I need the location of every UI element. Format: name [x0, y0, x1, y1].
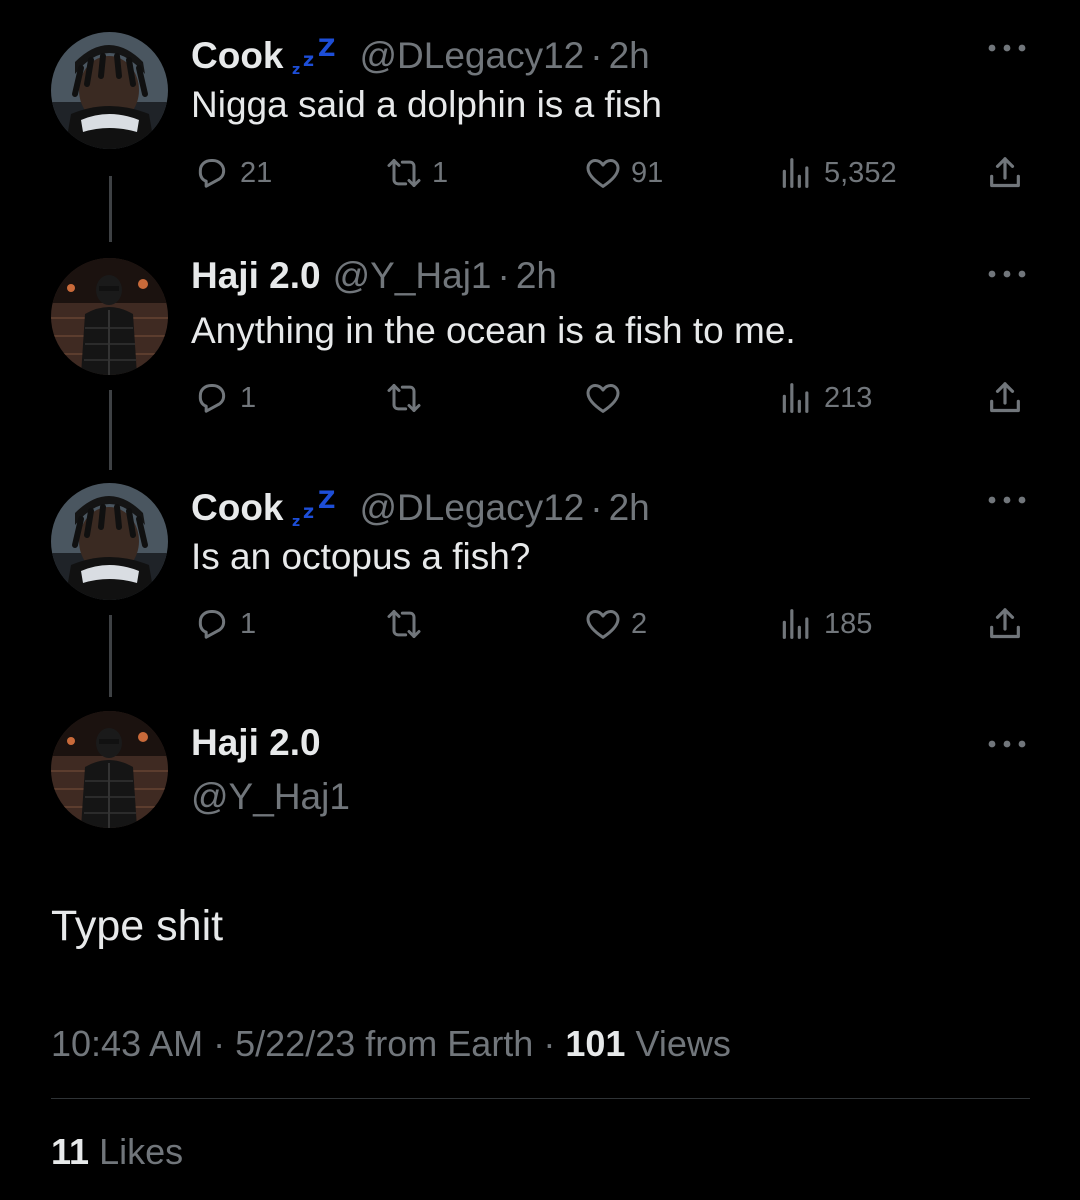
- views-icon: [782, 158, 809, 188]
- svg-text:z: z: [303, 501, 314, 523]
- tweet-text: Is an octopus a fish?: [191, 536, 531, 577]
- reply-button[interactable]: 1: [192, 602, 256, 646]
- share-icon: [990, 157, 1020, 188]
- thread-line: [109, 615, 112, 697]
- avatar[interactable]: [51, 711, 168, 828]
- avatar[interactable]: [51, 258, 168, 375]
- tweet-metadata: 10:43 AM · 5/22/23 from Earth · 101 View…: [51, 1020, 731, 1068]
- svg-text:z: z: [303, 49, 314, 71]
- thread-line: [109, 176, 112, 242]
- tweet-date[interactable]: 5/22/23: [235, 1023, 355, 1064]
- like-button[interactable]: 91: [583, 151, 663, 195]
- display-name[interactable]: Cook: [191, 486, 284, 530]
- svg-text:Z: Z: [318, 488, 335, 514]
- views-label: Views: [635, 1023, 731, 1064]
- display-name[interactable]: Haji 2.0: [191, 254, 321, 298]
- retweet-button[interactable]: [384, 376, 432, 420]
- separator-dot: ·: [590, 487, 603, 528]
- avatar[interactable]: [51, 483, 168, 600]
- heart-icon: [586, 384, 620, 413]
- reply-icon: [198, 610, 226, 639]
- zzz-icon: z z Z: [292, 486, 350, 530]
- views-count: 185: [824, 608, 873, 640]
- views-icon: [782, 609, 809, 639]
- views-icon: [782, 383, 809, 413]
- more-options-icon[interactable]: [985, 737, 1029, 751]
- views-button[interactable]: 5,352: [776, 151, 897, 195]
- timestamp[interactable]: 2h: [516, 254, 557, 298]
- reply-count: 1: [240, 382, 257, 414]
- like-button[interactable]: [583, 376, 631, 420]
- handle[interactable]: @Y_Haj1: [333, 254, 492, 298]
- reply-button[interactable]: 1: [192, 376, 256, 420]
- svg-text:z: z: [292, 62, 300, 76]
- tweet-header: Cook z z Z @DLegacy12 · 2h: [191, 28, 650, 78]
- handle[interactable]: @Y_Haj1: [191, 775, 350, 819]
- more-options-icon[interactable]: [985, 493, 1029, 507]
- reply-count: 21: [240, 157, 273, 189]
- like-count: 91: [631, 157, 664, 189]
- tweet-header: Haji 2.0 @Y_Haj1 · 2h: [191, 254, 557, 298]
- share-button[interactable]: [985, 151, 1025, 195]
- display-name[interactable]: Haji 2.0: [191, 721, 321, 765]
- views-count: 101: [565, 1023, 626, 1064]
- like-count: 2: [631, 608, 648, 640]
- views-count: 5,352: [824, 157, 897, 189]
- tweet-text: Nigga said a dolphin is a fish: [191, 84, 663, 125]
- likes-summary[interactable]: 11 Likes: [51, 1128, 183, 1176]
- handle[interactable]: @DLegacy12: [360, 34, 585, 78]
- like-button[interactable]: 2: [583, 602, 647, 646]
- thread-line: [109, 390, 112, 470]
- share-button[interactable]: [985, 602, 1025, 646]
- svg-text:z: z: [292, 514, 300, 528]
- handle[interactable]: @DLegacy12: [360, 486, 585, 530]
- views-button[interactable]: 185: [776, 602, 872, 646]
- separator-dot: ·: [590, 35, 603, 76]
- separator-dot: ·: [213, 1023, 226, 1064]
- reply-count: 1: [240, 608, 257, 640]
- likes-count: 11: [51, 1131, 90, 1172]
- more-options-icon[interactable]: [985, 267, 1029, 281]
- views-button[interactable]: 213: [776, 376, 872, 420]
- retweet-icon: [387, 159, 421, 187]
- retweet-button[interactable]: [384, 602, 432, 646]
- svg-text:Z: Z: [318, 36, 335, 62]
- tweet-text: Type shit: [51, 902, 224, 950]
- divider: [51, 1098, 1030, 1099]
- reply-icon: [198, 159, 226, 188]
- zzz-icon: z z Z: [292, 34, 350, 78]
- share-icon: [990, 382, 1020, 413]
- more-options-icon[interactable]: [985, 41, 1029, 55]
- tweet-text: Anything in the ocean is a fish to me.: [191, 310, 796, 351]
- tweet-time[interactable]: 10:43 AM: [51, 1023, 203, 1064]
- share-button[interactable]: [985, 376, 1025, 420]
- tweet-source: from Earth: [365, 1023, 534, 1064]
- heart-icon: [586, 610, 620, 639]
- avatar[interactable]: [51, 32, 168, 149]
- retweet-count: 1: [432, 157, 449, 189]
- retweet-button[interactable]: 1: [384, 151, 448, 195]
- separator-dot: ·: [497, 255, 510, 296]
- display-name[interactable]: Cook: [191, 34, 284, 78]
- heart-icon: [586, 159, 620, 188]
- views-count: 213: [824, 382, 873, 414]
- reply-button[interactable]: 21: [192, 151, 272, 195]
- separator-dot: ·: [543, 1023, 556, 1064]
- reply-icon: [198, 384, 226, 413]
- retweet-icon: [387, 384, 421, 412]
- timestamp[interactable]: 2h: [609, 34, 650, 78]
- timestamp[interactable]: 2h: [609, 486, 650, 530]
- share-icon: [990, 608, 1020, 639]
- tweet-header: Cook z z Z @DLegacy12 · 2h: [191, 480, 650, 530]
- retweet-icon: [387, 610, 421, 638]
- likes-label: Likes: [99, 1131, 184, 1172]
